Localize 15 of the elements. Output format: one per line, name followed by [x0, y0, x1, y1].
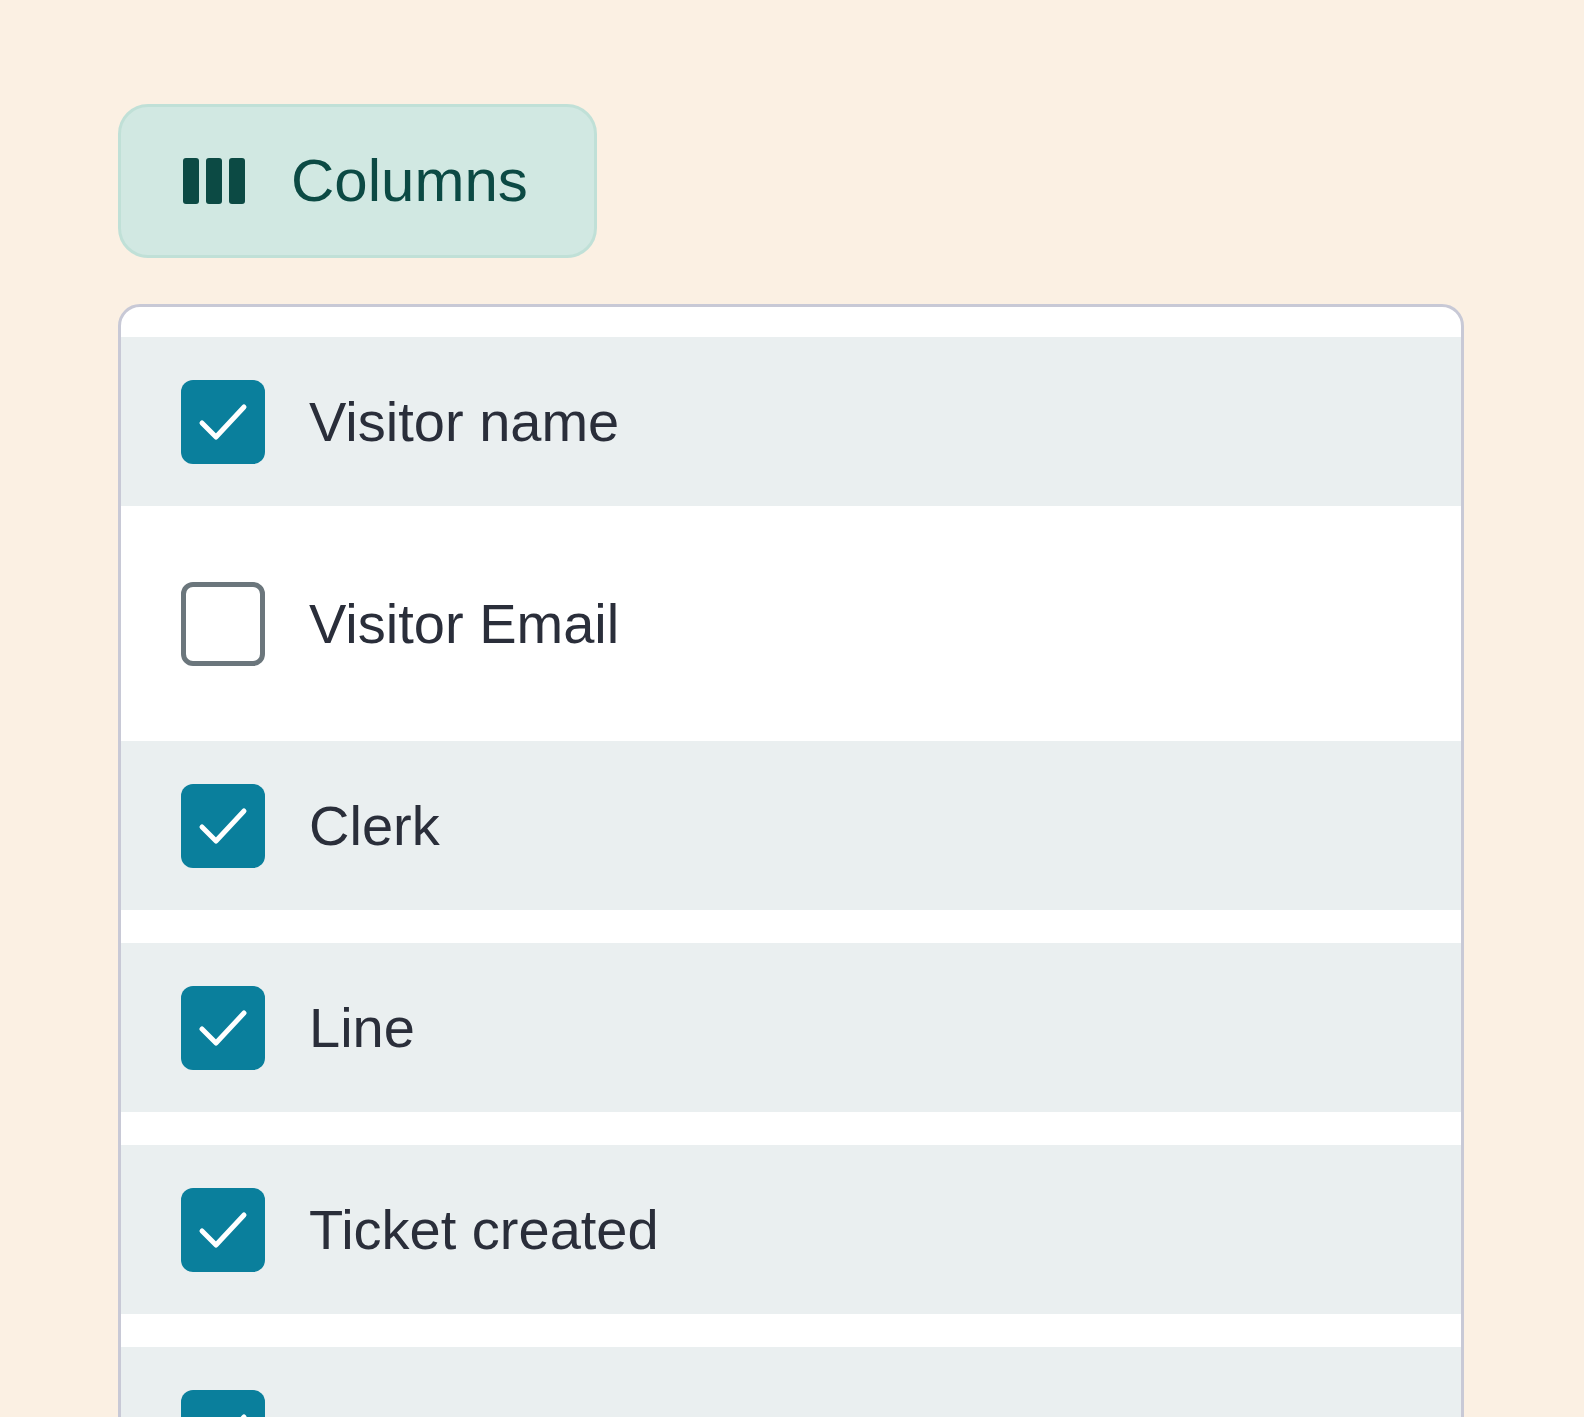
column-option[interactable]: Line — [121, 943, 1461, 1112]
column-option[interactable]: Visitor name — [121, 337, 1461, 506]
columns-icon — [183, 158, 245, 204]
checkbox[interactable] — [181, 581, 265, 666]
checkbox[interactable] — [181, 379, 265, 464]
checkbox[interactable] — [181, 985, 265, 1070]
checkmark-icon — [198, 1209, 248, 1250]
column-option[interactable]: Ticket created — [121, 1145, 1461, 1314]
checkmark-icon — [198, 401, 248, 442]
checkmark-icon — [198, 805, 248, 846]
checkbox[interactable] — [181, 1187, 265, 1272]
column-option[interactable]: Clerk — [121, 741, 1461, 910]
checkmark-icon — [198, 1007, 248, 1048]
columns-button[interactable]: Columns — [118, 104, 597, 258]
checkbox[interactable] — [181, 783, 265, 868]
